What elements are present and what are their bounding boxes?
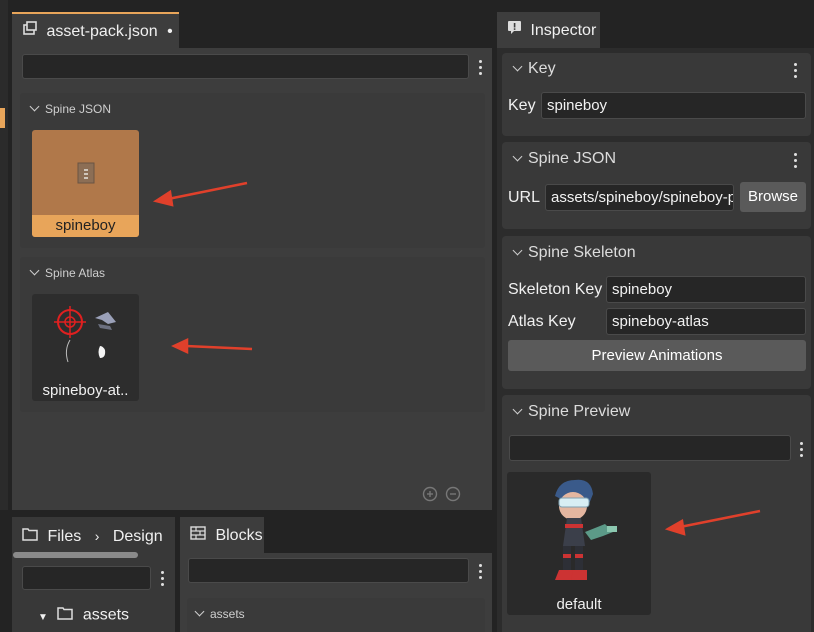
files-scrollbar[interactable] (13, 552, 138, 558)
zoom-out-icon[interactable] (445, 486, 461, 502)
left-strip (0, 0, 8, 510)
kebab-menu-icon[interactable] (794, 153, 798, 171)
breadcrumb-design[interactable]: Design (113, 528, 163, 545)
chevron-down-icon (29, 101, 40, 112)
key-input[interactable]: spineboy (541, 92, 806, 119)
spineboy-thumbnail (555, 479, 617, 580)
editor-tab-title: asset-pack.json (46, 23, 158, 41)
chevron-down-icon (512, 404, 523, 415)
folder-icon (57, 606, 74, 625)
spineboy-json-item[interactable]: spineboy (32, 130, 139, 237)
blocks-filter-input[interactable] (188, 558, 469, 583)
inspector-tab[interactable]: Inspector (497, 12, 600, 48)
tree-item-assets-label: assets (82, 606, 130, 624)
dirty-marker: • (167, 23, 173, 41)
url-input[interactable]: assets/spineboy/spineboy-p (545, 184, 734, 211)
files-icon (22, 518, 38, 556)
skeleton-key-label: Skeleton Key (508, 281, 603, 298)
inspector-icon (507, 12, 522, 50)
key-panel-title[interactable]: Key (512, 60, 556, 78)
spineboy-json-label: spineboy (32, 215, 139, 237)
kebab-menu-icon[interactable] (161, 571, 165, 589)
files-filter-input[interactable] (22, 566, 151, 590)
file-icon (77, 162, 95, 184)
chevron-down-icon (512, 151, 523, 162)
kebab-menu-icon[interactable] (794, 63, 798, 81)
atlas-key-input[interactable]: spineboy-atlas (606, 308, 806, 335)
editor-tab[interactable]: asset-pack.json • (12, 12, 179, 48)
chevron-down-icon (29, 265, 40, 276)
spineboy-atlas-label: spineboy-at.. (42, 382, 129, 399)
spine-atlas-section-title[interactable]: Spine Atlas (29, 265, 105, 280)
skeleton-key-input[interactable]: spineboy (606, 276, 806, 303)
spine-skeleton-panel-title[interactable]: Spine Skeleton (512, 244, 636, 262)
tree-expand-icon[interactable]: ▼ (38, 612, 48, 623)
default-animation-label: default (556, 596, 602, 613)
chevron-down-icon (512, 61, 523, 72)
blocks-assets-section-title[interactable]: assets (194, 606, 245, 621)
chevron-right-icon: › (94, 528, 100, 544)
files-tab[interactable]: Files › Design A (12, 517, 175, 583)
preview-filter-input[interactable] (509, 435, 791, 461)
spine-json-panel-title[interactable]: Spine JSON (512, 150, 616, 168)
spineboy-atlas-item[interactable]: spineboy-at.. (32, 294, 139, 401)
zoom-in-icon[interactable] (422, 486, 438, 502)
left-strip-accent (0, 108, 5, 128)
files-tab-title: Files (47, 528, 82, 545)
preview-animations-button[interactable]: Preview Animations (508, 340, 806, 371)
blocks-tab[interactable]: Blocks (180, 517, 264, 553)
chevron-down-icon (194, 606, 205, 617)
asset-pack-icon (22, 14, 38, 50)
atlas-key-label: Atlas Key (508, 313, 576, 330)
spine-preview-panel-title[interactable]: Spine Preview (512, 403, 630, 421)
chevron-down-icon (512, 245, 523, 256)
atlas-thumbnail (54, 306, 116, 363)
kebab-menu-icon[interactable] (800, 442, 804, 460)
inspector-tab-title: Inspector (530, 22, 597, 40)
spine-json-section-title[interactable]: Spine JSON (29, 101, 111, 116)
kebab-menu-icon[interactable] (479, 564, 483, 582)
default-animation-item[interactable]: default (507, 472, 651, 615)
tree-item-assets[interactable]: ▼ assets (38, 606, 129, 625)
url-label: URL (508, 189, 541, 206)
editor-filter-input[interactable] (22, 54, 469, 79)
kebab-menu-icon[interactable] (479, 60, 483, 78)
key-label: Key (508, 97, 536, 114)
blocks-icon (190, 517, 206, 555)
blocks-tab-title: Blocks (215, 527, 263, 545)
browse-button[interactable]: Browse (740, 182, 806, 212)
